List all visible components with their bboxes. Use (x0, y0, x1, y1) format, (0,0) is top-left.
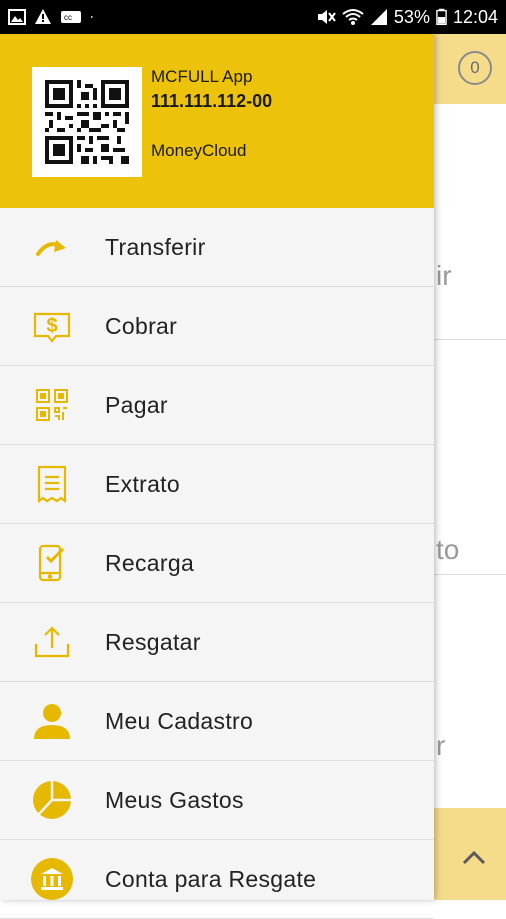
status-system-icons: 53% 12:04 (316, 7, 498, 28)
menu-item-label: Recarga (105, 549, 195, 576)
background-bottom-bar (434, 808, 506, 900)
qr-code-image-icon (45, 80, 129, 164)
wifi-icon (342, 9, 364, 25)
dollar-bill-icon: $ (30, 304, 74, 348)
menu-item-recarga[interactable]: Recarga (0, 524, 434, 603)
svg-text:$: $ (46, 315, 57, 337)
menu-item-label: Meu Cadastro (105, 707, 254, 734)
qr-code-icon (30, 383, 74, 427)
phone-recharge-icon (30, 541, 74, 585)
transfer-arrow-icon (30, 225, 74, 269)
pie-chart-icon (30, 778, 74, 822)
warning-notification-icon (35, 9, 51, 24)
menu-item-transferir[interactable]: Transferir (0, 208, 434, 287)
company-name: MoneyCloud (151, 141, 247, 160)
menu-item-label: Cobrar (105, 312, 178, 339)
bank-icon (30, 857, 74, 901)
drawer-menu: Transferir $ Cobrar Pagar Extrato Recarg… (0, 208, 434, 919)
chevron-up-icon[interactable] (460, 844, 488, 872)
svg-text:cc: cc (64, 13, 72, 22)
menu-item-cobrar[interactable]: $ Cobrar (0, 287, 434, 366)
status-bar: cc 53% 12:04 (0, 0, 506, 34)
dot-notification-icon (90, 16, 93, 18)
navigation-drawer: MCFULL App 111.111.112-00 MoneyCloud Tra… (0, 34, 434, 919)
menu-item-label: Pagar (105, 391, 168, 418)
menu-item-label: Resgatar (105, 628, 201, 655)
background-divider (434, 339, 506, 340)
background-divider (434, 574, 506, 575)
menu-item-label: Conta para Resgate (105, 865, 317, 892)
menu-item-meu-cadastro[interactable]: Meu Cadastro (0, 682, 434, 761)
battery-percent: 53% (393, 6, 430, 27)
menu-item-extrato[interactable]: Extrato (0, 445, 434, 524)
menu-item-label: Transferir (105, 233, 206, 260)
background-text-3: r (436, 730, 446, 761)
app-name: MCFULL App (151, 67, 253, 86)
battery-icon (436, 8, 447, 26)
menu-item-label: Meus Gastos (105, 786, 244, 813)
background-text-2: to (436, 534, 460, 565)
mute-icon (317, 10, 336, 24)
account-qr-code[interactable] (32, 67, 142, 177)
cc-notification-icon: cc (61, 11, 81, 23)
menu-item-meus-gastos[interactable]: Meus Gastos (0, 761, 434, 840)
receipt-icon (30, 462, 74, 506)
menu-item-label: Extrato (105, 470, 180, 497)
menu-item-conta-para-resgate[interactable]: Conta para Resgate (0, 840, 434, 919)
status-notification-icons: cc (8, 8, 98, 26)
notification-count-badge[interactable]: 0 (458, 51, 492, 85)
image-notification-icon (8, 9, 26, 25)
clock: 12:04 (452, 6, 498, 27)
person-icon (30, 699, 74, 743)
drawer-header: MCFULL App 111.111.112-00 MoneyCloud (0, 34, 434, 208)
account-number: 111.111.112-00 (151, 91, 273, 111)
signal-icon (370, 9, 387, 25)
upload-tray-icon (30, 620, 74, 664)
menu-item-resgatar[interactable]: Resgatar (0, 603, 434, 682)
menu-item-pagar[interactable]: Pagar (0, 366, 434, 445)
background-text-1: ir (436, 260, 452, 291)
